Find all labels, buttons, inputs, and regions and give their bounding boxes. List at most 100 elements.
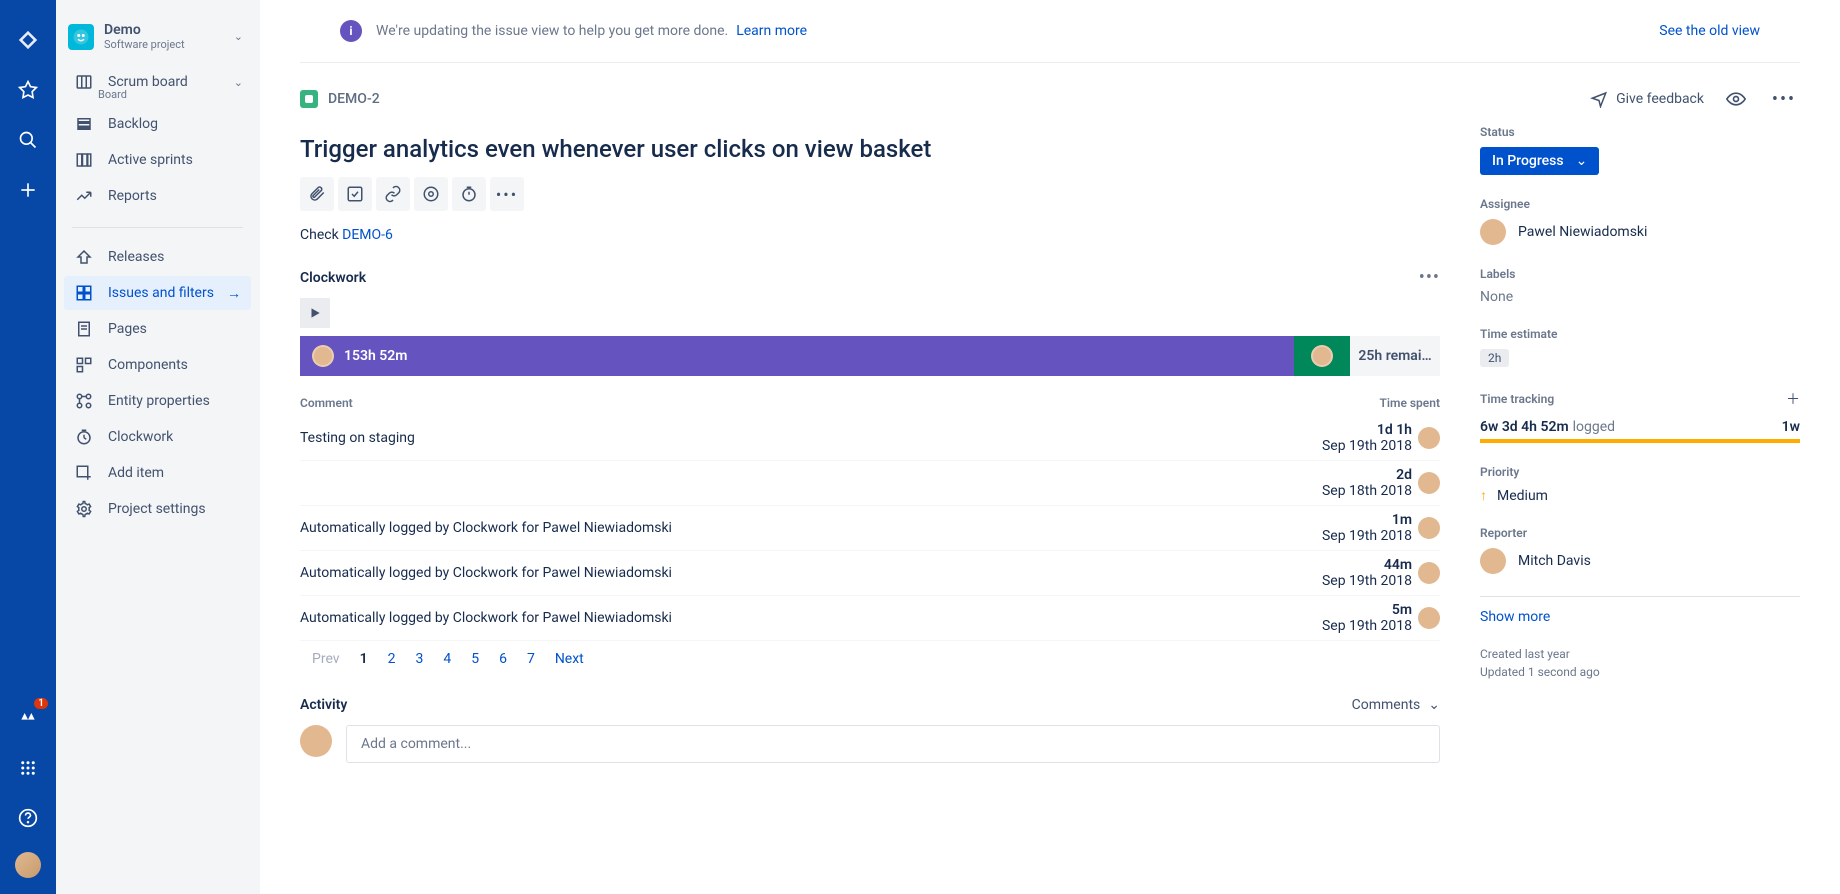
worklog-time: 2dSep 18th 2018	[1272, 467, 1412, 499]
pager-page[interactable]: 7	[527, 651, 535, 667]
tt-logged: 6w 3d 4h 52m	[1480, 419, 1569, 435]
pager-page[interactable]: 5	[471, 651, 479, 667]
activity-dropdown-label: Comments	[1352, 697, 1421, 713]
avatar	[1418, 607, 1440, 629]
more-toolbar-button[interactable]: •••	[490, 177, 524, 211]
stopwatch-button[interactable]	[452, 177, 486, 211]
sidebar-item-label: Active sprints	[108, 152, 193, 168]
time-tracking-label: Time tracking	[1480, 392, 1554, 406]
learn-more-link[interactable]: Learn more	[736, 23, 807, 39]
clockwork-title: Clockwork	[300, 270, 366, 286]
help-icon[interactable]	[12, 802, 44, 834]
show-more-link[interactable]: Show more	[1480, 609, 1550, 625]
sidebar-item-add-item[interactable]: Add item	[64, 456, 251, 490]
project-name: Demo	[104, 22, 185, 38]
add-time-icon[interactable]: ＋	[1786, 389, 1800, 409]
sidebar-item-pages[interactable]: Pages	[64, 312, 251, 346]
user-avatar[interactable]	[15, 852, 41, 878]
sidebar-item-backlog[interactable]: Backlog	[64, 107, 251, 141]
clockwork-more-icon[interactable]: •••	[1419, 267, 1440, 288]
issue-description[interactable]: Check DEMO-6	[300, 227, 1440, 243]
reporter-field[interactable]: Mitch Davis	[1480, 548, 1800, 574]
breadcrumb[interactable]: DEMO-2	[300, 90, 380, 108]
avatar	[312, 345, 334, 367]
worklog-comment: Automatically logged by Clockwork for Pa…	[300, 610, 1272, 626]
worklog-row[interactable]: Automatically logged by Clockwork for Pa…	[300, 506, 1440, 551]
sidebar-item-entity-properties[interactable]: Entity properties	[64, 384, 251, 418]
sidebar-item-project-settings[interactable]: Project settings	[64, 492, 251, 526]
comment-input[interactable]: Add a comment...	[346, 725, 1440, 763]
worklog-time: 5mSep 19th 2018	[1272, 602, 1412, 634]
project-switcher[interactable]: Demo Software project ⌄	[64, 22, 251, 65]
worklog-row[interactable]: Automatically logged by Clockwork for Pa…	[300, 551, 1440, 596]
sidebar-item-clockwork[interactable]: Clockwork	[64, 420, 251, 454]
sidebar-item-components[interactable]: Components	[64, 348, 251, 382]
star-icon[interactable]	[12, 74, 44, 106]
clockwork-time-bar: 153h 52m 25h remai…	[300, 336, 1440, 376]
project-type: Software project	[104, 38, 185, 51]
story-icon	[300, 90, 318, 108]
sidebar-item-label: Entity properties	[108, 393, 210, 409]
time-bar-current	[1294, 336, 1350, 376]
clockwork-play-button[interactable]	[300, 298, 330, 328]
subtask-button[interactable]	[338, 177, 372, 211]
pager-next[interactable]: Next	[555, 651, 584, 667]
sidebar-divider	[72, 227, 243, 228]
worklog-row[interactable]: 2dSep 18th 2018	[300, 461, 1440, 506]
issue-key: DEMO-2	[328, 91, 380, 107]
th-comment: Comment	[300, 396, 1270, 410]
jira-logo-icon[interactable]	[12, 24, 44, 56]
created-meta: Created last year	[1480, 647, 1800, 661]
issue-title[interactable]: Trigger analytics even whenever user cli…	[300, 135, 1440, 163]
worklog-row[interactable]: Automatically logged by Clockwork for Pa…	[300, 596, 1440, 641]
time-estimate-label: Time estimate	[1480, 327, 1800, 341]
watch-icon[interactable]	[1720, 83, 1752, 115]
desc-prefix: Check	[300, 227, 342, 243]
add-icon	[74, 463, 94, 483]
info-icon: i	[340, 20, 362, 42]
time-bar-remaining: 25h remai…	[1350, 336, 1440, 376]
pager-page[interactable]: 3	[415, 651, 423, 667]
labels-label: Labels	[1480, 267, 1800, 281]
pager-page[interactable]: 2	[388, 651, 396, 667]
app-switcher-icon[interactable]	[12, 752, 44, 784]
search-icon[interactable]	[12, 124, 44, 156]
activity-dropdown[interactable]: Comments ⌄	[1352, 697, 1440, 713]
old-view-link[interactable]: See the old view	[1659, 23, 1760, 39]
status-label: Status	[1480, 125, 1800, 139]
give-feedback-button[interactable]: Give feedback	[1590, 90, 1704, 108]
issues-icon	[74, 283, 94, 303]
assignee-field[interactable]: Pawel Niewiadomski	[1480, 219, 1800, 245]
desc-link[interactable]: DEMO-6	[342, 227, 393, 243]
worklog-time: 1d 1hSep 19th 2018	[1272, 422, 1412, 454]
addon-button[interactable]	[414, 177, 448, 211]
time-tracking-line[interactable]: 6w 3d 4h 52m logged 1w	[1480, 419, 1800, 435]
tt-logged-suffix: logged	[1573, 419, 1615, 435]
settings-icon	[74, 499, 94, 519]
priority-field[interactable]: ↑ Medium	[1480, 487, 1800, 504]
labels-value[interactable]: None	[1480, 289, 1800, 305]
arrow-right-icon: →	[227, 285, 241, 302]
time-bar-logged: 153h 52m	[300, 336, 1294, 376]
sidebar-item-active-sprints[interactable]: Active sprints	[64, 143, 251, 177]
project-avatar-icon	[68, 24, 94, 50]
notification-icon[interactable]: 1	[12, 702, 44, 734]
sprints-icon	[74, 150, 94, 170]
backlog-icon	[74, 114, 94, 134]
reporter-label: Reporter	[1480, 526, 1800, 540]
attach-button[interactable]	[300, 177, 334, 211]
sidebar-item-reports[interactable]: Reports	[64, 179, 251, 213]
sidebar-item-issues-filters[interactable]: Issues and filters →	[64, 276, 251, 310]
status-button[interactable]: In Progress ⌄	[1480, 147, 1599, 175]
sidebar-item-releases[interactable]: Releases	[64, 240, 251, 274]
assignee-name: Pawel Niewiadomski	[1518, 224, 1647, 240]
pager-page[interactable]: 4	[443, 651, 451, 667]
pager-page[interactable]: 1	[360, 651, 368, 667]
link-button[interactable]	[376, 177, 410, 211]
pager-page[interactable]: 6	[499, 651, 507, 667]
more-actions-icon[interactable]: •••	[1768, 83, 1800, 115]
worklog-row[interactable]: Testing on staging1d 1hSep 19th 2018	[300, 416, 1440, 461]
time-estimate-value[interactable]: 2h	[1480, 349, 1509, 367]
sidebar-item-scrum-board[interactable]: Scrum board ⌄	[64, 65, 251, 92]
create-icon[interactable]	[12, 174, 44, 206]
